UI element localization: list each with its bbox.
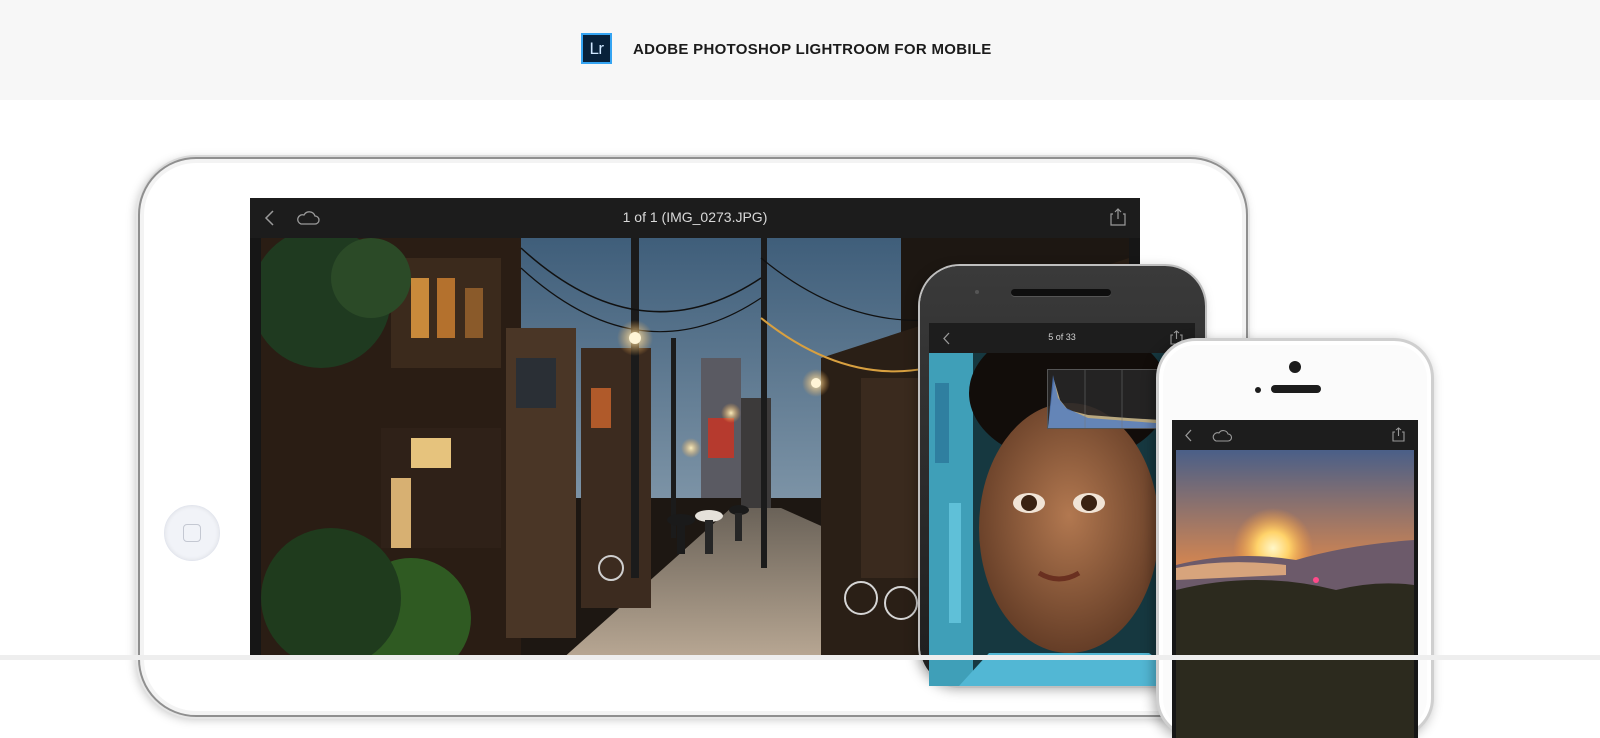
ipad-home-button[interactable] bbox=[164, 505, 220, 561]
ipad-toolbar: 1 of 1 (IMG_0273.JPG) bbox=[250, 198, 1140, 238]
back-chevron-icon[interactable] bbox=[1184, 429, 1192, 442]
iphone-device bbox=[1156, 338, 1434, 738]
top-banner: Lr ADOBE PHOTOSHOP LIGHTROOM FOR MOBILE bbox=[0, 0, 1600, 100]
earpiece-speaker bbox=[1011, 289, 1111, 296]
sunset-photo bbox=[1176, 450, 1414, 738]
earpiece-speaker bbox=[1271, 385, 1321, 393]
android-toolbar: 5 of 33 bbox=[929, 323, 1195, 353]
ipad-screen-title: 1 of 1 (IMG_0273.JPG) bbox=[622, 209, 768, 225]
front-camera-icon bbox=[1289, 361, 1301, 373]
lightroom-logo-icon: Lr bbox=[581, 33, 612, 64]
bottom-divider bbox=[0, 655, 1600, 660]
iphone-screen bbox=[1172, 420, 1418, 738]
proximity-sensor bbox=[1255, 387, 1261, 393]
sunset-image bbox=[1176, 450, 1414, 738]
page-title: ADOBE PHOTOSHOP LIGHTROOM FOR MOBILE bbox=[633, 41, 992, 58]
share-icon[interactable] bbox=[1392, 427, 1405, 442]
iphone-toolbar bbox=[1172, 420, 1418, 450]
cloud-icon[interactable] bbox=[1212, 430, 1232, 442]
android-screen-title: 5 of 33 bbox=[1048, 332, 1076, 342]
front-camera-icon bbox=[975, 290, 979, 294]
lightroom-logo-text: Lr bbox=[589, 39, 604, 58]
share-icon[interactable] bbox=[1110, 208, 1126, 226]
home-square-icon bbox=[183, 524, 201, 542]
